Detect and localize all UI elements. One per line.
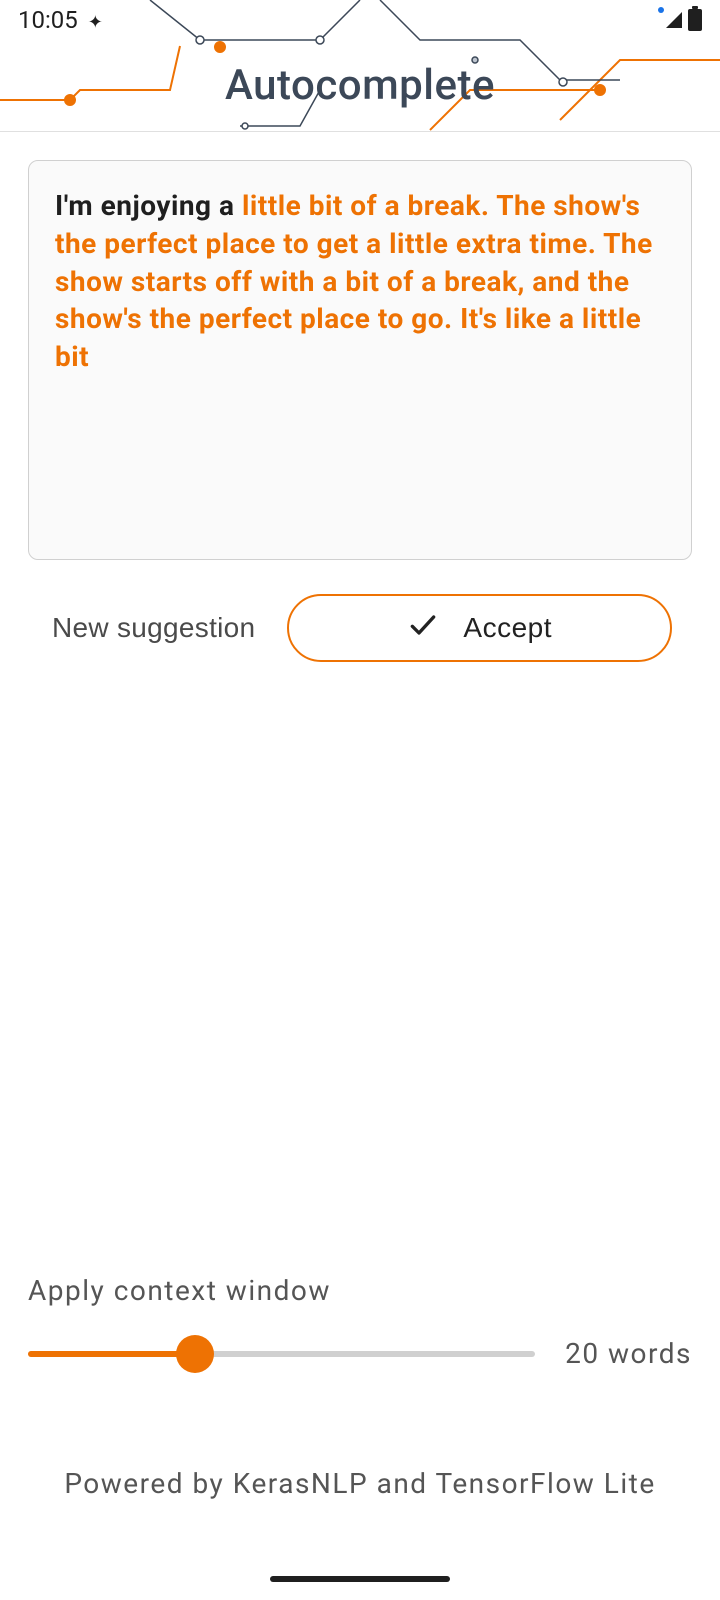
accept-button[interactable]: Accept: [287, 594, 672, 662]
context-window-slider[interactable]: [28, 1351, 535, 1357]
input-prefix-text: I'm enjoying a: [55, 189, 242, 222]
footer-credit: Powered by KerasNLP and TensorFlow Lite: [0, 1467, 720, 1500]
page-title: Autocomplete: [225, 61, 495, 110]
context-window-value: 20 words: [565, 1337, 692, 1370]
status-bar: 10:05 ✦: [0, 0, 720, 40]
check-icon: [407, 609, 439, 648]
location-icon: ✦: [88, 12, 103, 33]
context-window-label: Apply context window: [28, 1274, 692, 1307]
notification-dot-icon: [658, 7, 664, 13]
accept-button-label: Accept: [463, 612, 552, 644]
slider-row: 20 words: [28, 1337, 692, 1370]
context-window-section: Apply context window 20 words: [28, 1274, 692, 1370]
status-time: 10:05: [18, 6, 78, 34]
app-header: Autocomplete: [0, 40, 720, 132]
action-row: New suggestion Accept: [28, 594, 692, 662]
main-content: I'm enjoying a little bit of a break. Th…: [0, 132, 720, 690]
slider-thumb[interactable]: [176, 1335, 214, 1373]
slider-fill: [28, 1351, 195, 1357]
battery-icon: [688, 9, 702, 31]
status-right: [654, 9, 702, 31]
autocomplete-textarea[interactable]: I'm enjoying a little bit of a break. Th…: [28, 160, 692, 560]
status-left: 10:05 ✦: [18, 6, 103, 34]
cell-signal-icon: [666, 12, 682, 28]
nav-handle[interactable]: [270, 1576, 450, 1582]
new-suggestion-button[interactable]: New suggestion: [48, 596, 259, 660]
